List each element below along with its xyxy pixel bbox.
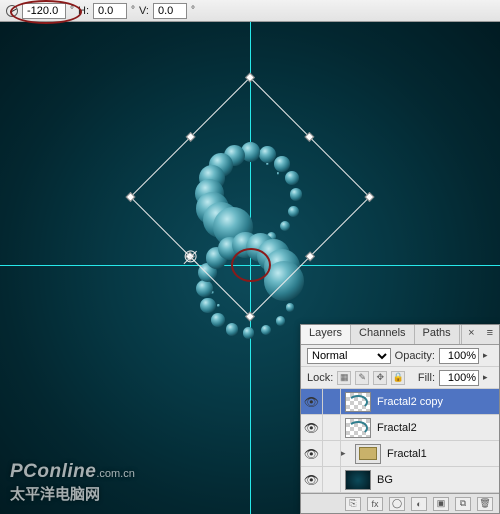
visibility-eye-icon[interactable]: 👁 [301, 389, 323, 414]
tab-layers[interactable]: Layers [301, 325, 351, 344]
degree-symbol: ° [70, 5, 74, 16]
transform-handle[interactable] [365, 192, 375, 202]
lock-pixels-icon[interactable]: ✎ [355, 371, 369, 385]
rotation-angle-input[interactable] [22, 3, 66, 19]
new-group-icon[interactable]: ▣ [433, 497, 449, 511]
skew-v-input[interactable] [153, 3, 187, 19]
layer-name[interactable]: Fractal2 copy [375, 396, 499, 408]
link-column [323, 441, 341, 466]
lock-all-icon[interactable]: 🔒 [391, 371, 405, 385]
lock-fill-row: Lock: ▦ ✎ ✥ 🔒 Fill: ▸ [301, 367, 499, 389]
lock-position-icon[interactable]: ✥ [373, 371, 387, 385]
layer-thumbnail[interactable] [345, 470, 371, 490]
blend-mode-select[interactable]: Normal [307, 348, 391, 364]
transform-handle[interactable] [305, 251, 315, 261]
layer-panel-footer: ⎘ fx ◯ ◐ ▣ ⧉ 🗑 [301, 493, 499, 513]
watermark-domain: .com.cn [96, 468, 135, 480]
new-layer-icon[interactable]: ⧉ [455, 497, 471, 511]
disclosure-triangle-icon[interactable]: ▸ [341, 448, 351, 459]
guide-vertical[interactable] [250, 22, 251, 514]
chevron-down-icon[interactable]: ▸ [483, 372, 493, 383]
layer-fractal2-copy[interactable]: 👁 Fractal2 copy [301, 389, 499, 415]
layer-fractal1[interactable]: 👁 ▸ Fractal1 [301, 441, 499, 467]
skew-v-label: V: [139, 5, 149, 17]
transform-handle[interactable] [126, 192, 136, 202]
guide-horizontal[interactable] [0, 265, 500, 266]
blend-opacity-row: Normal Opacity: ▸ [301, 345, 499, 367]
opacity-input[interactable] [439, 348, 479, 364]
layer-thumbnail[interactable] [345, 418, 371, 438]
transform-handle[interactable] [304, 132, 314, 142]
layer-thumbnail[interactable] [345, 392, 371, 412]
layer-fx-icon[interactable]: fx [367, 497, 383, 511]
link-column [323, 415, 341, 440]
layer-name[interactable]: BG [375, 474, 499, 486]
link-column [323, 467, 341, 492]
fill-input[interactable] [439, 370, 479, 386]
transform-pivot[interactable] [182, 248, 199, 265]
watermark: PConline.com.cn 太平洋电脑网 [10, 460, 135, 504]
transform-options-bar: ° H: ° V: ° [0, 0, 500, 22]
link-column [323, 389, 341, 414]
folder-icon [355, 444, 381, 464]
degree-symbol: ° [191, 5, 195, 16]
opacity-label: Opacity: [395, 350, 435, 362]
layer-fractal2[interactable]: 👁 Fractal2 [301, 415, 499, 441]
fill-label: Fill: [418, 372, 435, 384]
transform-handle[interactable] [185, 251, 195, 261]
tab-channels[interactable]: Channels [351, 325, 414, 344]
transform-handle[interactable] [186, 132, 196, 142]
watermark-brand: PConline [10, 461, 96, 482]
layer-list: 👁 Fractal2 copy 👁 Fractal2 👁 ▸ Fractal1 👁 BG [301, 389, 499, 493]
layers-panel: Layers Channels Paths × ≡ Normal Opacity… [300, 324, 500, 514]
chevron-down-icon[interactable]: ▸ [483, 350, 493, 361]
tab-paths[interactable]: Paths [415, 325, 460, 344]
visibility-eye-icon[interactable]: 👁 [301, 441, 323, 466]
angle-icon [6, 5, 18, 17]
visibility-eye-icon[interactable]: 👁 [301, 467, 323, 492]
panel-tabs: Layers Channels Paths × ≡ [301, 325, 499, 345]
watermark-cn: 太平洋电脑网 [10, 485, 135, 505]
adjustment-layer-icon[interactable]: ◐ [411, 497, 427, 511]
layer-name[interactable]: Fractal2 [375, 422, 499, 434]
visibility-eye-icon[interactable]: 👁 [301, 415, 323, 440]
link-layers-icon[interactable]: ⎘ [345, 497, 361, 511]
layer-bg[interactable]: 👁 BG [301, 467, 499, 493]
skew-h-input[interactable] [93, 3, 127, 19]
layer-mask-icon[interactable]: ◯ [389, 497, 405, 511]
lock-label: Lock: [307, 372, 333, 384]
degree-symbol: ° [131, 5, 135, 16]
layer-name[interactable]: Fractal1 [385, 448, 499, 460]
panel-menu-icon[interactable]: ≡ [481, 325, 499, 344]
skew-h-label: H: [78, 5, 89, 17]
panel-close-icon[interactable]: × [461, 325, 480, 344]
delete-layer-icon[interactable]: 🗑 [477, 497, 493, 511]
lock-transparency-icon[interactable]: ▦ [337, 371, 351, 385]
